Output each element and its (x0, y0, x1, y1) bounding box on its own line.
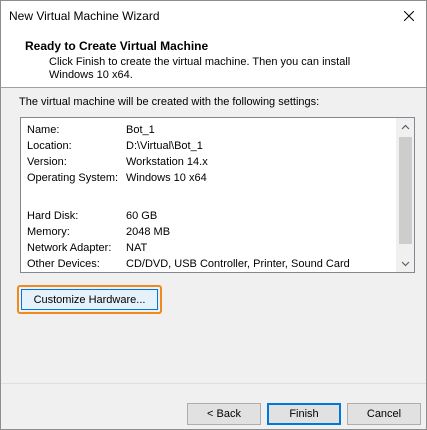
setting-value: Windows 10 x64 (126, 172, 207, 184)
wizard-header: Ready to Create Virtual Machine Click Fi… (1, 31, 426, 88)
setting-label: Hard Disk: (27, 210, 79, 222)
window-title: New Virtual Machine Wizard (9, 9, 160, 23)
close-icon (404, 11, 414, 21)
setting-label: Version: (27, 156, 67, 168)
setting-value: Workstation 14.x (126, 156, 208, 168)
scroll-thumb[interactable] (399, 137, 412, 244)
footer-divider (1, 383, 426, 384)
page-description: Click Finish to create the virtual machi… (49, 56, 351, 81)
setting-label: Name: (27, 124, 60, 136)
setting-label: Network Adapter: (27, 242, 112, 254)
setting-value: NAT (126, 242, 148, 254)
finish-button[interactable]: Finish (267, 403, 341, 425)
setting-value: CD/DVD, USB Controller, Printer, Sound C… (126, 258, 350, 270)
close-button[interactable] (392, 1, 426, 31)
title-bar: New Virtual Machine Wizard (1, 1, 426, 31)
wizard-window: New Virtual Machine Wizard Ready to Crea… (0, 0, 427, 430)
setting-value: 60 GB (126, 210, 158, 222)
setting-label: Location: (27, 140, 72, 152)
chevron-down-icon (401, 261, 410, 266)
chevron-up-icon (401, 124, 410, 129)
setting-value: Bot_1 (126, 124, 155, 136)
setting-label: Operating System: (27, 172, 119, 184)
scroll-down-button[interactable] (397, 255, 414, 272)
page-title: Ready to Create Virtual Machine (25, 39, 209, 53)
settings-intro: The virtual machine will be created with… (19, 96, 320, 108)
scroll-up-button[interactable] (397, 118, 414, 135)
setting-label: Memory: (27, 226, 70, 238)
setting-label: Other Devices: (27, 258, 100, 270)
settings-summary-box[interactable]: Name: Bot_1 Location: D:\Virtual\Bot_1 V… (20, 117, 415, 273)
customize-hardware-button[interactable]: Customize Hardware... (21, 289, 158, 310)
back-button[interactable]: < Back (187, 403, 261, 425)
cancel-button[interactable]: Cancel (347, 403, 421, 425)
vertical-scrollbar[interactable] (396, 118, 414, 272)
setting-value: 2048 MB (126, 226, 171, 238)
setting-value: D:\Virtual\Bot_1 (126, 140, 203, 152)
